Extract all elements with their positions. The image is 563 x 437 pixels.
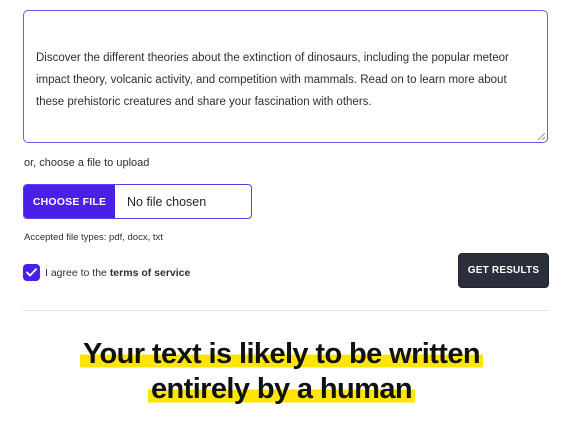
accepted-file-types: Accepted file types: pdf, docx, txt [24, 232, 163, 243]
text-input-area[interactable]: Discover the different theories about th… [23, 10, 548, 143]
checkmark-icon [26, 268, 37, 277]
result-line-1-text: Your text is likely to be written [79, 338, 484, 370]
result-line-2: entirely by a human [0, 372, 563, 407]
result-line-2-text: entirely by a human [148, 373, 415, 405]
choose-file-button[interactable]: CHOOSE FILE [24, 185, 115, 218]
terms-of-service-link[interactable]: terms of service [110, 267, 191, 279]
section-divider [23, 310, 549, 311]
terms-text: I agree to the terms of service [45, 267, 190, 279]
text-input-content[interactable]: Discover the different theories about th… [36, 47, 536, 113]
terms-prefix: I agree to the [45, 266, 107, 279]
terms-checkbox[interactable] [23, 264, 40, 281]
file-status-text: No file chosen [127, 194, 207, 209]
ai-detector-page: Discover the different theories about th… [0, 0, 563, 437]
result-heading: Your text is likely to be written entire… [0, 337, 563, 407]
file-upload-input[interactable]: CHOOSE FILE No file chosen [23, 184, 252, 219]
result-line-1: Your text is likely to be written [0, 337, 563, 372]
resize-handle-icon[interactable] [538, 133, 545, 140]
upload-label: or, choose a file to upload [24, 157, 150, 169]
get-results-button[interactable]: GET RESULTS [458, 253, 549, 288]
terms-agreement-row: I agree to the terms of service [23, 264, 190, 281]
